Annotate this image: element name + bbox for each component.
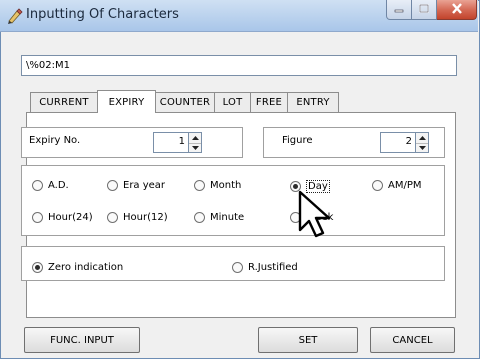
minimize-icon (394, 3, 404, 16)
window-title: Inputting Of Characters (26, 7, 179, 22)
radio-week[interactable]: Week (290, 212, 333, 223)
radio-label: Week (306, 212, 334, 223)
radio-label: Zero indication (48, 262, 124, 273)
figure-field[interactable]: 2 (380, 132, 416, 153)
radio-label: Hour(24) (48, 212, 93, 223)
radio-circle-icon[interactable] (32, 180, 43, 191)
radio-circle-icon[interactable] (372, 180, 383, 191)
tab-current[interactable]: CURRENT (30, 92, 98, 112)
radio-hour12[interactable]: Hour(12) (107, 212, 168, 223)
tab-strip: CURRENT EXPIRY COUNTER LOT FREE ENTRY (30, 90, 350, 113)
radio-day[interactable]: Day (290, 180, 330, 193)
radio-circle-icon[interactable] (32, 212, 43, 223)
radio-circle-icon[interactable] (194, 212, 205, 223)
tab-free[interactable]: FREE (250, 92, 288, 112)
radio-label: Minute (210, 212, 245, 223)
date-format-group (21, 165, 445, 236)
radio-label: R.Justified (248, 262, 298, 273)
func-input-button[interactable]: FUNC. INPUT (24, 327, 140, 353)
radio-circle-icon[interactable] (290, 212, 301, 223)
radio-circle-icon[interactable] (107, 180, 118, 191)
maximize-button[interactable] (412, 0, 437, 20)
close-button[interactable] (437, 0, 477, 20)
figure-stepper[interactable] (416, 132, 429, 153)
radio-r-justified[interactable]: R.Justified (232, 262, 298, 273)
expiry-no-stepper[interactable] (189, 132, 202, 153)
cancel-button[interactable]: CANCEL (370, 327, 455, 353)
radio-circle-icon[interactable] (107, 212, 118, 223)
expiry-no-field[interactable]: 1 (153, 132, 189, 153)
radio-label: Hour(12) (123, 212, 168, 223)
figure-label: Figure (282, 135, 313, 146)
expiry-no-label: Expiry No. (29, 135, 81, 146)
set-button[interactable]: SET (258, 327, 358, 353)
radio-ampm[interactable]: AM/PM (372, 180, 422, 191)
minimize-button[interactable] (386, 0, 412, 20)
radio-label: A.D. (48, 180, 69, 191)
command-input[interactable] (21, 55, 457, 76)
tab-expiry[interactable]: EXPIRY (97, 90, 156, 113)
radio-minute[interactable]: Minute (194, 212, 244, 223)
radio-label: Day (306, 180, 330, 193)
radio-circle-icon[interactable] (194, 180, 205, 191)
radio-circle-icon[interactable] (290, 181, 301, 192)
pen-icon (6, 7, 24, 25)
radio-circle-icon[interactable] (232, 262, 243, 273)
radio-label: AM/PM (388, 180, 422, 191)
radio-label: Era year (123, 180, 166, 191)
spin-down-icon[interactable] (189, 143, 201, 153)
radio-zero-indication[interactable]: Zero indication (32, 262, 123, 273)
radio-era-year[interactable]: Era year (107, 180, 165, 191)
tab-counter[interactable]: COUNTER (155, 92, 215, 112)
tab-lot[interactable]: LOT (214, 92, 251, 112)
close-icon (451, 2, 463, 17)
maximize-icon (419, 3, 429, 16)
tab-entry[interactable]: ENTRY (287, 92, 339, 112)
radio-month[interactable]: Month (194, 180, 241, 191)
radio-ad[interactable]: A.D. (32, 180, 69, 191)
radio-circle-icon[interactable] (32, 262, 43, 273)
radio-hour24[interactable]: Hour(24) (32, 212, 93, 223)
radio-label: Month (210, 180, 242, 191)
spin-down-icon[interactable] (416, 143, 428, 153)
